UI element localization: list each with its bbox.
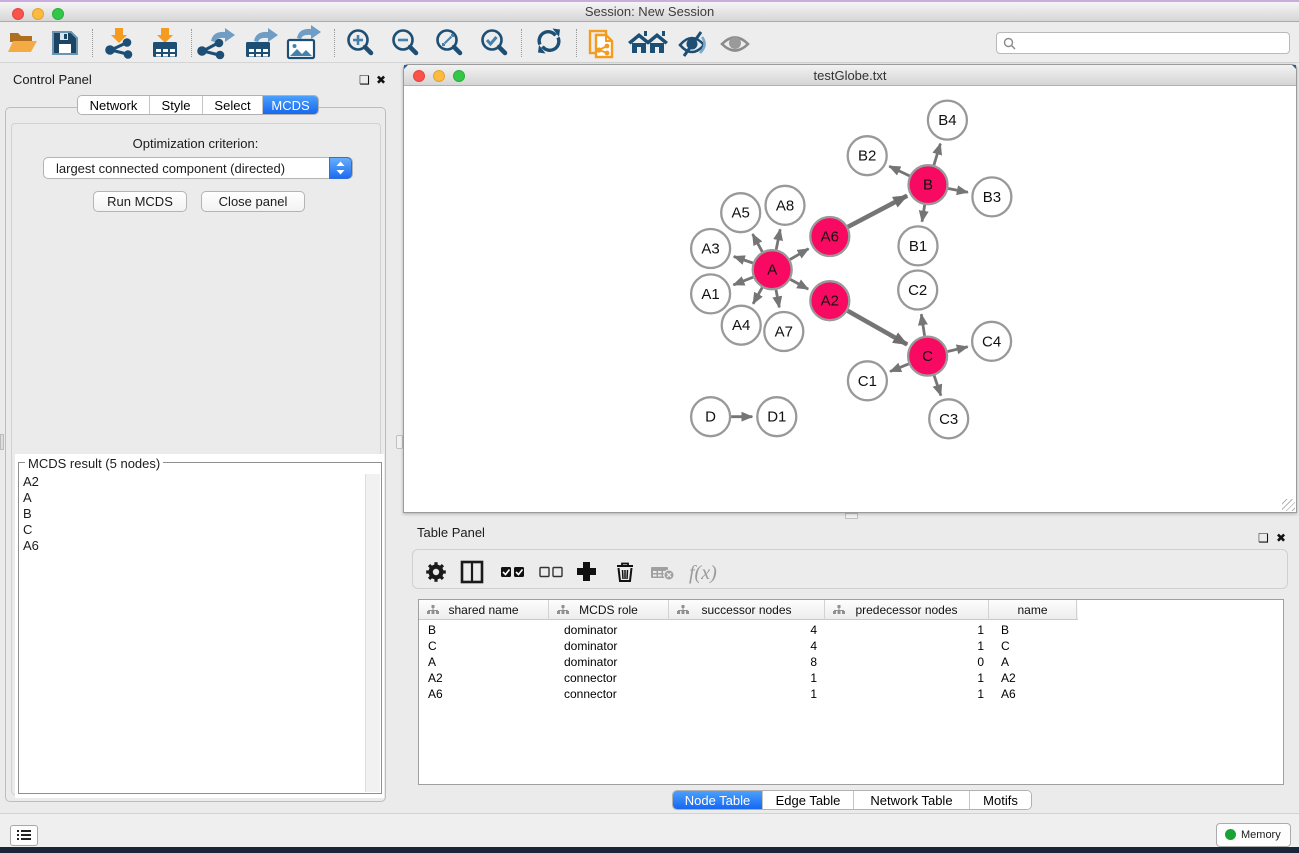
svg-text:C: C (922, 348, 933, 365)
svg-text:A8: A8 (776, 197, 794, 214)
svg-text:B4: B4 (938, 112, 956, 129)
svg-text:C2: C2 (908, 282, 927, 299)
svg-text:f(x): f(x) (689, 562, 717, 584)
svg-text:B: B (923, 177, 933, 194)
svg-text:B1: B1 (909, 238, 927, 255)
svg-text:C3: C3 (939, 411, 958, 428)
svg-text:A5: A5 (732, 205, 750, 222)
svg-text:D1: D1 (767, 409, 786, 426)
svg-text:B3: B3 (983, 189, 1001, 206)
svg-text:A3: A3 (701, 241, 719, 258)
svg-text:A2: A2 (821, 293, 839, 310)
svg-text:A6: A6 (821, 229, 839, 246)
svg-text:A4: A4 (732, 317, 750, 334)
svg-text:A: A (767, 262, 777, 279)
svg-text:C1: C1 (858, 373, 877, 390)
svg-text:B2: B2 (858, 148, 876, 165)
svg-text:D: D (705, 409, 716, 426)
svg-text:C4: C4 (982, 333, 1001, 350)
svg-text:A7: A7 (775, 324, 793, 341)
svg-text:A1: A1 (701, 286, 719, 303)
